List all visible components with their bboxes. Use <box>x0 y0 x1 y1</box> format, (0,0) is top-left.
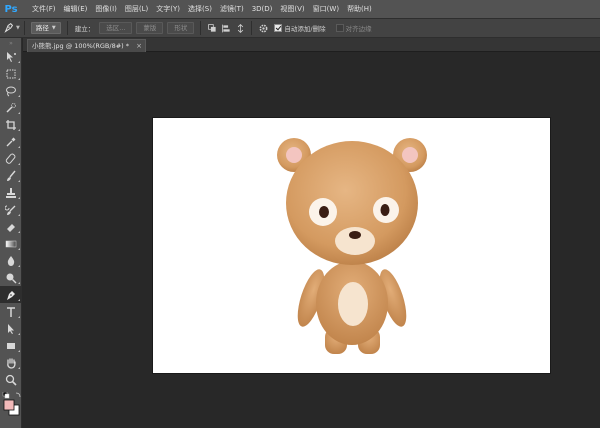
lasso-tool-icon[interactable] <box>0 82 22 99</box>
clone-stamp-tool-icon[interactable] <box>0 184 22 201</box>
divider <box>66 21 68 35</box>
menu-type[interactable]: 文字(Y) <box>152 0 184 18</box>
quick-selection-tool-icon[interactable] <box>0 99 22 116</box>
blur-tool-icon[interactable] <box>0 252 22 269</box>
options-bar: ▼ 路径 ▼ 建立： 选区... 蒙版 形状 自动添加/删除 对齐边缘 <box>0 18 600 38</box>
menu-select[interactable]: 选择(S) <box>184 0 216 18</box>
menu-image[interactable]: 图像(I) <box>91 0 121 18</box>
menu-view[interactable]: 视图(V) <box>276 0 308 18</box>
align-edges-checkbox[interactable] <box>335 24 344 32</box>
auto-add-delete-checkbox[interactable] <box>274 24 283 32</box>
path-arrangement-icon[interactable] <box>233 21 247 35</box>
document-canvas[interactable] <box>153 118 550 373</box>
eyedropper-tool-icon[interactable] <box>0 133 22 150</box>
eraser-tool-icon[interactable] <box>0 218 22 235</box>
menu-help[interactable]: 帮助(H) <box>343 0 376 18</box>
marquee-tool-icon[interactable] <box>0 65 22 82</box>
auto-add-delete-label: 自动添加/删除 <box>284 25 326 33</box>
menu-file[interactable]: 文件(F) <box>28 0 60 18</box>
tool-mode-value: 路径 <box>35 24 49 32</box>
document-tab-bar: 小熊熊.jpg @ 100%(RGB/8#) * × <box>23 38 600 52</box>
gradient-tool-icon[interactable] <box>0 235 22 252</box>
make-shape-button[interactable]: 形状 <box>167 22 195 34</box>
menu-layer[interactable]: 图层(L) <box>121 0 152 18</box>
panel-grip-icon[interactable]: » <box>0 38 22 48</box>
teddy-bear-image <box>277 138 427 354</box>
brush-tool-icon[interactable] <box>0 167 22 184</box>
tool-mode-select[interactable]: 路径 ▼ <box>30 22 61 34</box>
make-selection-button[interactable]: 选区... <box>99 22 133 34</box>
history-brush-tool-icon[interactable] <box>0 201 22 218</box>
pen-tool-icon[interactable] <box>0 286 22 303</box>
crop-tool-icon[interactable] <box>0 116 22 133</box>
menu-3d[interactable]: 3D(D) <box>248 0 277 18</box>
gear-icon[interactable] <box>256 21 270 35</box>
path-selection-tool-icon[interactable] <box>0 320 22 337</box>
menu-edit[interactable]: 编辑(E) <box>60 0 92 18</box>
spot-healing-tool-icon[interactable] <box>0 150 22 167</box>
default-colors-icon[interactable] <box>2 391 10 399</box>
type-tool-icon[interactable] <box>0 303 22 320</box>
pen-tool-preset-icon[interactable] <box>2 21 16 35</box>
rectangle-tool-icon[interactable] <box>0 337 22 354</box>
divider <box>23 21 25 35</box>
chevron-down-icon: ▼ <box>51 25 56 31</box>
make-label: 建立： <box>74 25 95 33</box>
workspace <box>23 53 600 428</box>
swap-colors-icon[interactable] <box>15 392 21 398</box>
move-tool-icon[interactable] <box>0 48 22 65</box>
menu-filter[interactable]: 滤镜(T) <box>216 0 248 18</box>
foreground-color-swatch[interactable] <box>3 399 15 411</box>
path-alignment-icon[interactable] <box>219 21 233 35</box>
zoom-tool-icon[interactable] <box>0 371 22 388</box>
tools-panel: » <box>0 38 22 428</box>
photoshop-logo: Ps <box>4 3 18 15</box>
menu-window[interactable]: 窗口(W) <box>309 0 343 18</box>
chevron-down-icon[interactable]: ▼ <box>16 25 20 31</box>
menu-bar: Ps 文件(F) 编辑(E) 图像(I) 图层(L) 文字(Y) 选择(S) 滤… <box>0 0 600 18</box>
close-icon[interactable]: × <box>136 40 142 52</box>
path-operations-icon[interactable] <box>205 21 219 35</box>
make-mask-button[interactable]: 蒙版 <box>136 22 164 34</box>
divider <box>200 21 202 35</box>
divider <box>251 21 253 35</box>
color-swatches <box>2 391 22 420</box>
hand-tool-icon[interactable] <box>0 354 22 371</box>
document-tab[interactable]: 小熊熊.jpg @ 100%(RGB/8#) * × <box>27 39 147 52</box>
dodge-tool-icon[interactable] <box>0 269 22 286</box>
align-edges-label: 对齐边缘 <box>345 25 372 33</box>
document-tab-title: 小熊熊.jpg @ 100%(RGB/8#) * <box>32 42 130 50</box>
